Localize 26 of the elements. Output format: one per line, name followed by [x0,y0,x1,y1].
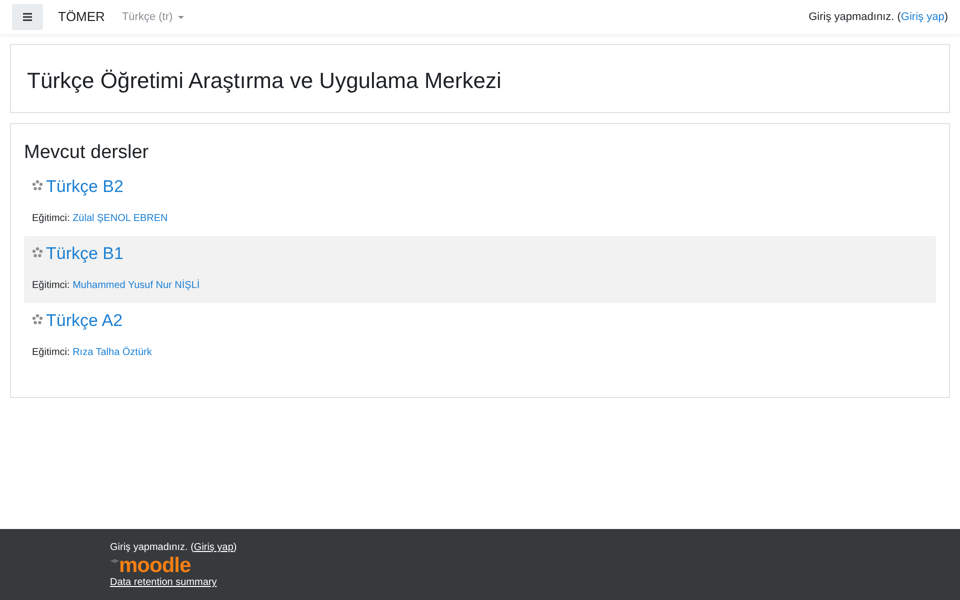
language-dropdown[interactable]: Türkçe (tr) [122,8,184,26]
site-name[interactable]: TÖMER [58,7,105,27]
graduation-cap-icon [110,559,119,564]
dotted-ring-icon [32,314,43,325]
teacher-line: Eğitimci: Rıza Talha Öztürk [32,346,153,360]
course-link[interactable]: Türkçe B1 [46,243,124,265]
login-link[interactable]: Giriş yap [194,542,234,553]
login-status-text: Giriş yapmadınız. (Giriş yap) [110,541,237,555]
moodle-logo[interactable]: moodle [119,556,191,576]
caret-down-icon [178,16,184,18]
dotted-ring-icon [32,247,43,258]
login-status-text: Giriş yapmadınız. (Giriş yap) [808,10,948,25]
teacher-line: Eğitimci: Muhammed Yusuf Nur NİŞLİ [32,279,201,293]
course-link[interactable]: Türkçe B2 [46,176,124,198]
teacher-line: Eğitimci: Zülal ŞENOL EBREN [32,212,169,226]
teacher-link[interactable]: Muhammed Yusuf Nur NİŞLİ [72,280,200,291]
menu-button[interactable] [12,4,43,30]
teacher-link[interactable]: Zülal ŞENOL EBREN [72,213,168,224]
teacher-link[interactable]: Rıza Talha Öztürk [72,347,152,358]
section-heading: Mevcut dersler [24,141,150,165]
dotted-ring-icon [32,180,43,191]
course-link[interactable]: Türkçe A2 [46,310,123,332]
login-link[interactable]: Giriş yap [900,10,944,23]
footer-link[interactable]: Data retention summary [110,576,217,589]
menu-icon [23,13,32,21]
page-title: Türkçe Öğretimi Araştırma ve Uygulama Merkezi [27,66,502,95]
